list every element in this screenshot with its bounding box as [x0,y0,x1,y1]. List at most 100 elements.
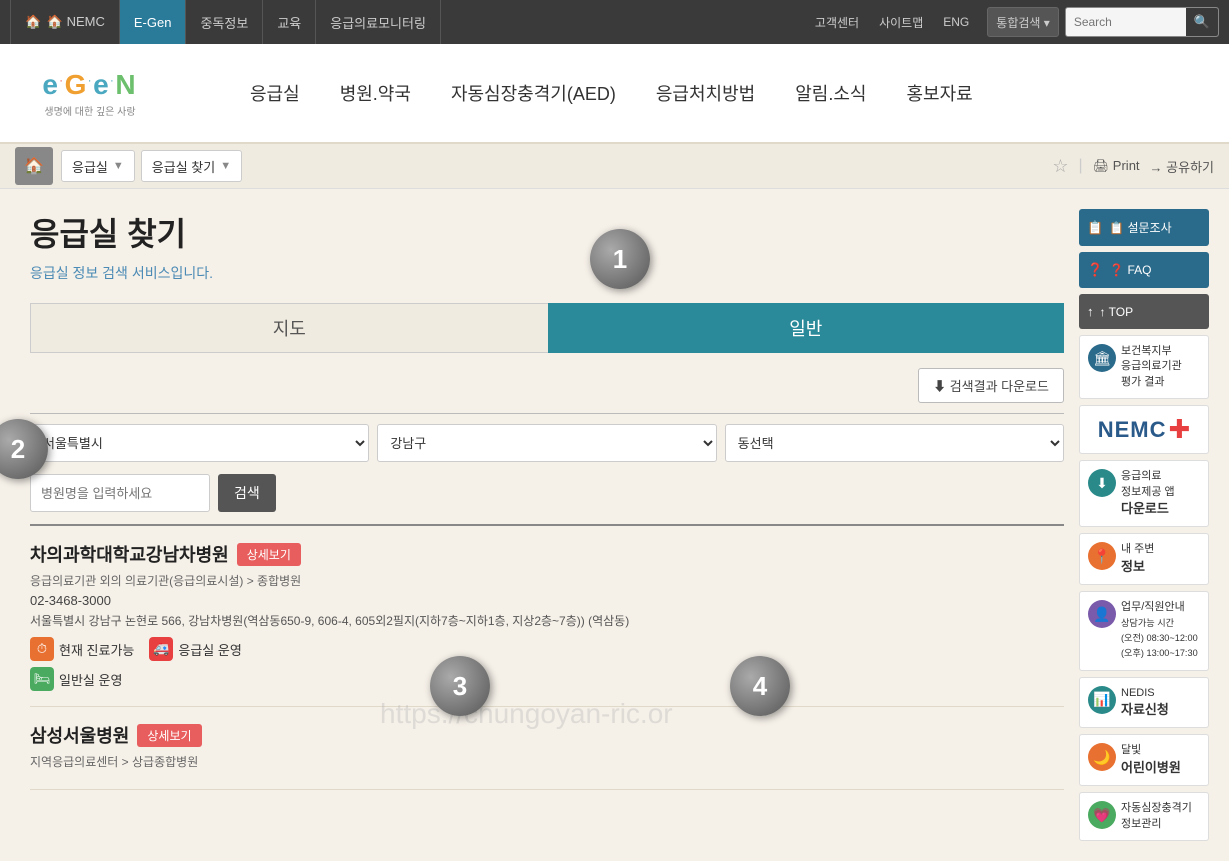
dong-select[interactable]: 동선택 [725,424,1064,462]
hospital-search-button[interactable]: 검색 [218,474,276,512]
hospital-item-2: 삼성서울병원 상세보기 지역응급의료센터 > 상급종합병원 [30,707,1064,790]
top-nav-customer[interactable]: 고객센터 [805,14,869,31]
hospital-badges-2: 🛏 일반실 운영 [30,667,1064,691]
chart-icon: 📊 [1088,686,1116,714]
menu-promo[interactable]: 홍보자료 [906,75,972,111]
breadcrumb-segment-find[interactable]: 응급실 찾기 ▼ [141,150,242,182]
staff-icon: 👤 [1088,600,1116,628]
hospital-phone: 02-3468-3000 [30,593,1064,608]
hospital-name-row: 차의과학대학교강남차병원 상세보기 [30,541,1064,567]
breadcrumb-bar: 🏠 응급실 ▼ 응급실 찾기 ▼ ☆ | 🖨 Print → 공유하기 [0,144,1229,189]
hospital-item: 차의과학대학교강남차병원 상세보기 응급의료기관 외의 의료기관(응급의료시설)… [30,526,1064,707]
sidebar-card-staff[interactable]: 👤 업무/직원안내상담가능 시간(오전) 08:30~12:00(오후) 13:… [1079,591,1209,671]
sidebar-card-health-ministry[interactable]: 🏛 보건복지부응급의료기관평가 결과 [1079,335,1209,399]
nearby-text: 내 주변정보 [1121,542,1154,576]
hospital-detail-button[interactable]: 상세보기 [237,543,301,566]
breadcrumb-segment-emergency[interactable]: 응급실 ▼ [61,150,135,182]
search-combo-dropdown[interactable]: 통합검색 ▾ [987,7,1059,37]
favorite-star-button[interactable]: ☆ [1052,156,1068,177]
top-search-input[interactable] [1066,8,1186,36]
ministry-icon: 🏛 [1088,344,1116,372]
download-icon: ⬇ [1088,469,1116,497]
right-sidebar: 📋 📋 설문조사 ❓ ❓ FAQ ↑ ↑ TOP 🏛 보건복지부응급의료기관평가… [1079,209,1209,841]
heart-icon: 💗 [1088,801,1116,829]
tab-map[interactable]: 지도 [30,303,548,353]
survey-button[interactable]: 📋 📋 설문조사 [1079,209,1209,246]
print-button[interactable]: 🖨 Print [1093,158,1140,174]
sidebar-card-nedis[interactable]: 📊 NEDIS자료신청 [1079,677,1209,729]
hospital-type: 응급의료기관 외의 의료기관(응급의료시설) > 종합병원 [30,572,1064,589]
hospital-address: 서울특별시 강남구 논현로 566, 강남차병원(역삼동650-9, 606-4… [30,612,1064,629]
menu-hospital-pharmacy[interactable]: 병원.약국 [340,75,411,111]
district-select[interactable]: 강남구 [377,424,716,462]
top-nav-left: 🏠 🏠 NEMC E-Gen 중독정보 교육 응급의료모니터링 [10,0,441,44]
logo[interactable]: e·G·e·N 생명에 대한 깊은 사랑 [30,58,150,128]
sidebar-card-moonlight[interactable]: 🌙 달빛어린이병원 [1079,734,1209,786]
home-icon: 🏠 [24,156,44,176]
share-button[interactable]: → 공유하기 [1150,157,1214,176]
hospital-name-row-2: 삼성서울병원 상세보기 [30,722,1064,748]
staff-text: 업무/직원안내상담가능 시간(오전) 08:30~12:00(오후) 13:00… [1121,600,1198,662]
logo-area: e·G·e·N 생명에 대한 깊은 사랑 [30,58,210,128]
moonlight-text: 달빛어린이병원 [1121,743,1181,777]
survey-icon: 📋 [1087,220,1103,236]
aed-text: 자동심장충격기정보관리 [1121,801,1192,832]
results-area: 3 4 차의과학대학교강남차병원 상세보기 응급의료기관 외의 의료기관(응급의… [30,524,1064,790]
bed-icon: 🛏 [30,667,54,691]
top-nav-right: 고객센터 사이트맵 ENG 통합검색 ▾ 🔍 [805,7,1219,37]
nedis-text: NEDIS자료신청 [1121,686,1169,720]
page-content: 1 2 응급실 찾기 응급실 정보 검색 서비스입니다. 지도 일반 ⬇ 검색결… [0,189,1229,861]
step-circle-3: 3 [430,656,490,716]
filter-row: 서울특별시 강남구 동선택 [30,424,1064,462]
top-nav-egen[interactable]: E-Gen [120,0,187,44]
chevron-down-icon: ▼ [220,160,231,172]
tab-general[interactable]: 일반 [548,303,1065,353]
step-circle-4: 4 [730,656,790,716]
breadcrumb-actions: ☆ | 🖨 Print → 공유하기 [1052,156,1214,177]
download-row: ⬇ 검색결과 다운로드 [30,368,1064,403]
faq-button[interactable]: ❓ ❓ FAQ [1079,252,1209,288]
top-nav-sitemap[interactable]: 사이트맵 [869,14,933,31]
nemc-cross-icon: ✚ [1168,414,1190,445]
download-text: 응급의료정보제공 앱다운로드 [1121,469,1175,518]
hospital-detail-button-2[interactable]: 상세보기 [137,724,201,747]
top-nav-eng[interactable]: ENG [933,15,979,29]
menu-news[interactable]: 알림.소식 [795,75,866,111]
breadcrumb-home-button[interactable]: 🏠 [15,147,53,185]
top-navigation: 🏠 🏠 NEMC E-Gen 중독정보 교육 응급의료모니터링 고객센터 사이트… [0,0,1229,44]
hospital-name: 차의과학대학교강남차병원 [30,541,229,567]
hospital-badges: ⏱ 현재 진료가능 🚑 응급실 운영 [30,637,1064,661]
top-nav-jungdok[interactable]: 중독정보 [186,0,263,44]
view-tabs: 지도 일반 [30,303,1064,353]
location-icon: 📍 [1088,542,1116,570]
search-filter-row: 검색 [30,474,1064,512]
top-nav-monitoring[interactable]: 응급의료모니터링 [316,0,441,44]
badge-emergency: 🚑 응급실 운영 [149,637,241,661]
top-search-button[interactable]: 🔍 [1186,8,1218,36]
hospital-type-2: 지역응급의료센터 > 상급종합병원 [30,753,1064,770]
top-button[interactable]: ↑ ↑ TOP [1079,294,1209,329]
ambulance-icon: 🚑 [149,637,173,661]
menu-emergency-room[interactable]: 응급실 [250,75,300,111]
hospital-name-2: 삼성서울병원 [30,722,129,748]
step-circle-1: 1 [590,229,650,289]
sidebar-card-nearby[interactable]: 📍 내 주변정보 [1079,533,1209,585]
download-results-button[interactable]: ⬇ 검색결과 다운로드 [918,368,1064,403]
nemc-logo-card[interactable]: NEMC ✚ [1079,405,1209,454]
arrow-up-icon: ↑ [1087,304,1094,319]
menu-first-aid[interactable]: 응급처치방법 [656,75,755,111]
page-title: 응급실 찾기 [30,209,1064,255]
hospital-search-input[interactable] [30,474,210,512]
main-menu: 응급실 병원.약국 자동심장충격기(AED) 응급처치방법 알림.소식 홍보자료 [250,75,973,111]
top-nav-education[interactable]: 교육 [263,0,316,44]
menu-aed[interactable]: 자동심장충격기(AED) [451,75,616,111]
sidebar-card-download[interactable]: ⬇ 응급의료정보제공 앱다운로드 [1079,460,1209,527]
city-select[interactable]: 서울특별시 [30,424,369,462]
top-nav-nemc[interactable]: 🏠 🏠 NEMC [10,0,120,44]
nemc-text: NEMC [1098,417,1167,443]
sidebar-card-aed[interactable]: 💗 자동심장충격기정보관리 [1079,792,1209,841]
moon-icon: 🌙 [1088,743,1116,771]
divider: | [1079,157,1083,175]
logo-subtitle: 생명에 대한 깊은 사랑 [44,103,135,118]
page-subtitle: 응급실 정보 검색 서비스입니다. [30,263,1064,283]
